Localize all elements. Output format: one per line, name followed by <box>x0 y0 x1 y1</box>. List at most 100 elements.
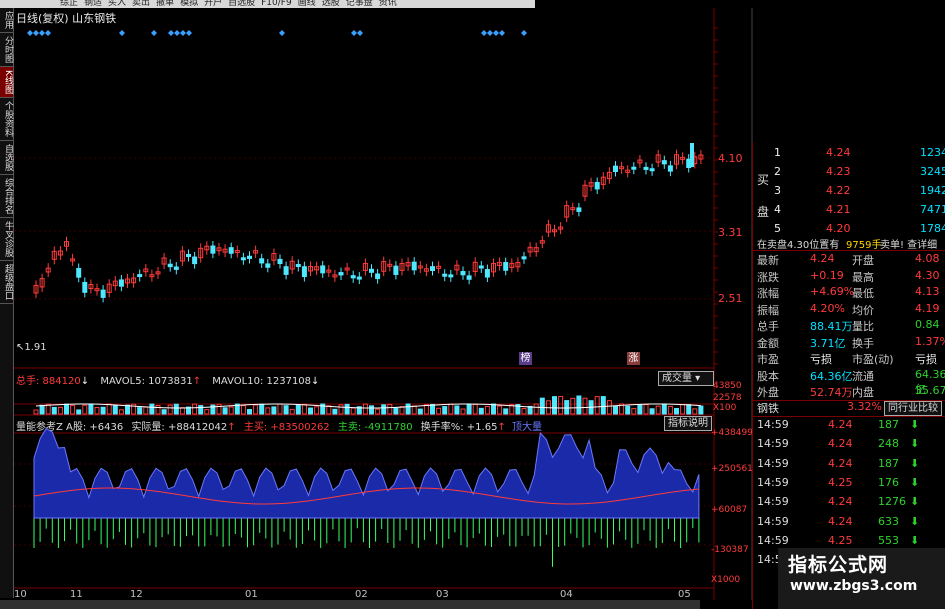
volume-bar <box>478 407 484 415</box>
volume-bar <box>57 406 63 415</box>
candle-body <box>430 266 435 272</box>
sidebar-tab[interactable]: 牛叉诊股 <box>0 218 13 261</box>
signal-diamond <box>493 30 499 36</box>
candle-body <box>338 272 344 276</box>
candle-body <box>667 165 673 172</box>
menu-item[interactable]: 选股 <box>322 0 340 8</box>
book-volume: 3245 <box>920 165 945 178</box>
quote-label: 内盘 <box>852 386 874 399</box>
book-volume: 1234 <box>920 146 945 159</box>
signal-diamond <box>174 30 180 36</box>
indicator-legend: 量能参考Z A股: +6436 实际量: +88412042↑ 主买: +835… <box>16 422 543 433</box>
date-tick: 01 <box>245 589 258 600</box>
top-menu: 综正 钢适 买入 卖出 撤单 模拟 开户 自选股 F10/F9 画线 选股 记事盘 资讯 <box>0 0 535 8</box>
candle-body <box>167 263 173 268</box>
sidebar-tab[interactable]: 应用 <box>0 8 13 33</box>
volume-bar <box>51 406 57 415</box>
arrow-down-icon: ⬇ <box>910 495 920 509</box>
candle-body <box>521 256 527 260</box>
volume-bar <box>100 406 106 415</box>
menu-item[interactable]: 钢适 <box>84 0 102 8</box>
volume-type-select[interactable]: 成交量 ▾ <box>658 371 714 386</box>
volume-bar <box>631 408 637 415</box>
volume-bar <box>582 397 588 415</box>
quote-label: 最新 <box>757 254 779 267</box>
arrow-down-icon: ⬇ <box>910 418 920 431</box>
book-price: 4.23 <box>826 165 851 178</box>
menu-item[interactable]: 开户 <box>204 0 222 8</box>
menu-item[interactable]: 买入 <box>108 0 126 8</box>
order-book-row: 1 4.24 1234 <box>752 146 945 161</box>
volume-bar <box>594 396 600 415</box>
indicator-help-button[interactable]: 指标说明 <box>664 416 712 431</box>
bottom-tabbar[interactable] <box>0 600 700 609</box>
volume-bar <box>106 403 112 415</box>
menu-item[interactable]: 综正 <box>60 0 78 8</box>
candle-body <box>210 245 216 254</box>
volume-bar <box>94 407 100 415</box>
volume-bar <box>118 409 124 415</box>
mavol5: MAVOL5: 1073831 <box>100 376 193 387</box>
candle-body <box>356 276 362 280</box>
candle-body <box>192 256 198 265</box>
sidebar-tab[interactable]: 自选股 <box>0 141 13 175</box>
book-level: 1 <box>774 146 781 159</box>
event-badge[interactable]: 榜 <box>519 352 532 365</box>
candle-body <box>375 273 381 280</box>
menu-item[interactable]: 模拟 <box>180 0 198 8</box>
sidebar-tab[interactable]: 超级盘口 <box>0 261 13 304</box>
sidebar-tab[interactable]: 分时图 <box>0 33 13 67</box>
chart-area <box>14 8 753 600</box>
volume-bar <box>454 405 460 415</box>
quote-label: 涨幅 <box>757 287 779 300</box>
volume-bar <box>637 404 643 415</box>
signal-diamond <box>487 30 493 36</box>
volume-axis-label: X100 <box>713 403 737 413</box>
menu-item[interactable]: 撤单 <box>156 0 174 8</box>
left-sidebar: 应用 分时图 K线图 个股资料 自选股 综合排名 牛叉诊股 超级盘口 <box>0 8 14 598</box>
volume-bar <box>497 405 503 415</box>
quote-label: 市盈 <box>757 353 779 366</box>
sidebar-tab[interactable]: 个股资料 <box>0 98 13 141</box>
sidebar-tab[interactable]: K线图 <box>0 67 13 98</box>
date-tick: 11 <box>70 589 83 600</box>
tick-row: 14:59 4.24 248 ⬇ <box>752 437 945 452</box>
volume-bar <box>423 404 429 415</box>
quote-value: 4.08 <box>915 252 940 265</box>
sidebar-tab[interactable]: 综合排名 <box>0 175 13 218</box>
quote-value: 4.20% <box>810 301 845 315</box>
volume-bar <box>259 403 265 415</box>
event-badge[interactable]: 涨 <box>627 352 640 365</box>
candle-body <box>411 261 417 271</box>
quote-row: 最新 4.24 开盘 4.08 <box>752 252 945 267</box>
tick-price: 4.25 <box>828 533 853 547</box>
menu-item[interactable]: F10/F9 <box>261 0 292 8</box>
volume-bar <box>247 408 252 415</box>
volume-legend: 总手: 884120↓ MAVOL5: 1073831↑ MAVOL10: 12… <box>16 376 320 387</box>
candle-body <box>301 266 307 278</box>
volume-bar <box>411 405 417 415</box>
candle-body <box>350 275 356 279</box>
book-notice: 在卖盘4.30位置有 <box>757 240 840 251</box>
candle-body <box>393 265 399 275</box>
book-notice-row: 在卖盘4.30位置有 9759手 卖单! 查详细 <box>752 236 945 251</box>
signal-diamond <box>180 30 186 36</box>
quote-label: 涨跌 <box>757 270 779 284</box>
candle-body <box>442 273 448 277</box>
sector-name: 钢铁 <box>757 402 779 415</box>
volume-axis-label: 22578 <box>713 393 742 403</box>
candle-body <box>228 247 234 254</box>
menu-item[interactable]: 自选股 <box>228 0 255 8</box>
volume-bar <box>692 408 698 415</box>
sector-compare-button[interactable]: 同行业比较 <box>884 401 942 416</box>
menu-item[interactable]: 卖出 <box>132 0 150 8</box>
volume-bar <box>539 397 545 415</box>
menu-item[interactable]: 资讯 <box>379 0 397 8</box>
volume-bar <box>228 406 234 415</box>
volume-bar <box>161 409 167 415</box>
volume-bar <box>332 408 338 415</box>
menu-item[interactable]: 记事盘 <box>346 0 373 8</box>
candle-body <box>259 258 265 264</box>
quote-value: 亏损 <box>810 353 832 366</box>
menu-item[interactable]: 画线 <box>298 0 316 8</box>
